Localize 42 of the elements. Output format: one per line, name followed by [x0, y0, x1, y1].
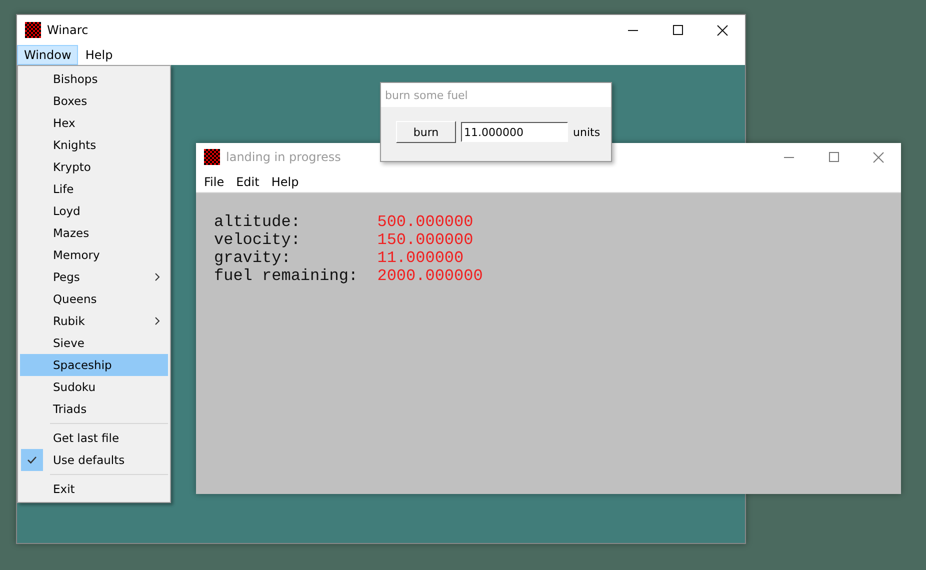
close-icon[interactable] — [717, 24, 728, 36]
burn-button[interactable]: burn — [396, 121, 456, 143]
menu-item[interactable]: Memory — [20, 244, 168, 266]
menu-item[interactable]: Rubik — [20, 310, 168, 332]
readout-value: 11.000000 — [377, 249, 465, 267]
window-title: Winarc — [47, 23, 90, 37]
menu-item[interactable]: Boxes — [20, 90, 168, 112]
menu-item[interactable]: Spaceship — [20, 354, 168, 376]
menu-item[interactable]: Hex — [20, 112, 168, 134]
checkerboard-icon — [25, 22, 41, 38]
menu-item[interactable]: Mazes — [20, 222, 168, 244]
menu-item[interactable]: Life — [20, 178, 168, 200]
fuel-input-field[interactable]: 11.000000 — [461, 122, 568, 142]
menu-item[interactable]: Use defaults — [20, 449, 168, 471]
menu-item[interactable]: Sieve — [20, 332, 168, 354]
maximize-icon[interactable] — [672, 25, 682, 35]
readout-label: fuel remaining: — [214, 267, 360, 285]
menu-item[interactable]: Bishops — [20, 68, 168, 90]
dialog-title: burn some fuel — [384, 88, 469, 104]
menu-item[interactable]: Window — [17, 45, 78, 65]
readout-value: 150.000000 — [377, 231, 474, 249]
menu-item[interactable]: Help — [78, 45, 120, 65]
window-title: landing in progress — [226, 150, 342, 164]
menu-item[interactable]: Edit — [230, 171, 266, 192]
unit-label: units — [573, 126, 600, 138]
readout-label: velocity: — [214, 231, 302, 249]
menu-item[interactable]: Sudoku — [20, 376, 168, 398]
menu-item[interactable]: Help — [265, 171, 305, 192]
menu-item[interactable]: Knights — [20, 134, 168, 156]
readout-label: altitude: — [214, 213, 302, 231]
checkerboard-icon — [204, 149, 220, 165]
menu-item[interactable]: Get last file — [20, 427, 168, 449]
menu-item[interactable]: Pegs — [20, 266, 168, 288]
menu-item[interactable]: Exit — [20, 478, 168, 500]
menu-item[interactable]: Queens — [20, 288, 168, 310]
readout-label: gravity: — [214, 249, 292, 267]
readout-value: 2000.000000 — [377, 267, 484, 285]
menu-item[interactable]: Loyd — [20, 200, 168, 222]
menu-item[interactable]: Krypto — [20, 156, 168, 178]
readout-value: 500.000000 — [377, 213, 474, 231]
menu-item[interactable]: File — [198, 171, 230, 192]
menu-item[interactable]: Triads — [20, 398, 168, 420]
